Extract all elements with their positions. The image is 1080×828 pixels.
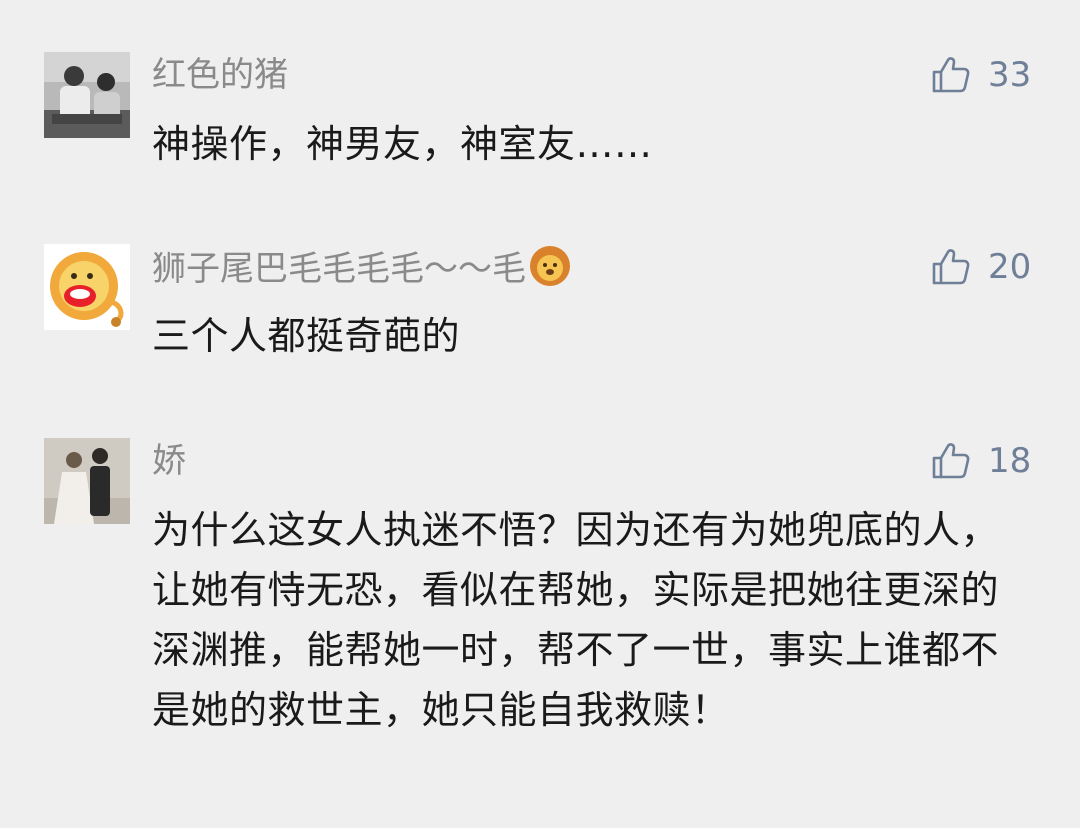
comment-content: 为什么这女人执迷不悟？因为还有为她兜底的人，让她有恃无恐，看似在帮她，实际是把她… bbox=[152, 508, 1000, 732]
comment-content: 神操作，神男友，神室友…… bbox=[152, 122, 653, 166]
like-count: 33 bbox=[988, 55, 1032, 95]
like-button[interactable]: 33 bbox=[930, 52, 1031, 98]
avatar-photo-couple-image bbox=[44, 438, 130, 524]
thumbs-up-icon bbox=[932, 443, 970, 479]
like-button[interactable]: 18 bbox=[930, 438, 1031, 484]
comment-item: 狮子尾巴毛毛毛毛～～毛 20 三个人都挺奇葩的 bbox=[0, 244, 1080, 364]
nickname-text: 狮子尾巴毛毛毛毛～～毛 bbox=[152, 249, 526, 289]
avatar[interactable] bbox=[44, 244, 130, 330]
thumbs-up-icon bbox=[932, 249, 970, 285]
like-button[interactable]: 20 bbox=[930, 244, 1031, 290]
nickname-text: 红色的猪 bbox=[152, 55, 288, 95]
avatar-photo-men-image bbox=[44, 52, 130, 138]
nickname-text: 娇 bbox=[152, 441, 186, 481]
like-count: 18 bbox=[988, 441, 1032, 481]
avatar-cartoon-lion-image bbox=[44, 244, 130, 330]
thumbs-up-icon bbox=[932, 57, 970, 93]
comment-content: 三个人都挺奇葩的 bbox=[152, 314, 461, 358]
lion-emoji-icon bbox=[530, 246, 570, 286]
nickname[interactable]: 娇 bbox=[152, 438, 186, 484]
comment-item: 红色的猪 33 神操作，神男友，神室友…… bbox=[0, 52, 1080, 172]
nickname[interactable]: 红色的猪 bbox=[152, 52, 288, 98]
comment-list: 红色的猪 33 神操作，神男友，神室友…… 狮子尾巴毛毛毛毛～～毛 20 三个人… bbox=[0, 0, 1080, 828]
avatar[interactable] bbox=[44, 52, 130, 138]
avatar[interactable] bbox=[44, 438, 130, 524]
comment-item: 娇 18 为什么这女人执迷不悟？因为还有为她兜底的人，让她有恃无恐，看似在帮她，… bbox=[0, 438, 1080, 818]
nickname[interactable]: 狮子尾巴毛毛毛毛～～毛 bbox=[152, 244, 572, 292]
like-count: 20 bbox=[988, 247, 1032, 287]
